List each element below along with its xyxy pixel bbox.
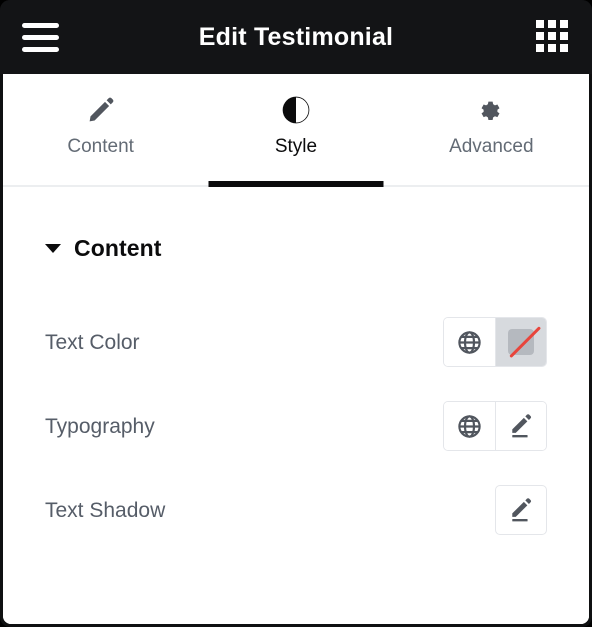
controls-area: Content Text Color Typography Text Shado… — [3, 187, 589, 624]
grid-cell — [536, 44, 544, 52]
swatch-square — [508, 329, 534, 355]
control-label: Text Shadow — [45, 498, 166, 522]
grid-cell — [560, 44, 568, 52]
globe-icon — [456, 329, 483, 356]
globe-icon — [456, 413, 483, 440]
page-title: Edit Testimonial — [198, 22, 394, 51]
tab-style[interactable]: Style — [198, 74, 393, 187]
pencil-icon — [86, 92, 116, 128]
hamburger-bar — [22, 22, 59, 28]
control-label: Typography — [45, 414, 155, 438]
tab-underline — [208, 181, 384, 187]
pencil-edit-icon — [508, 413, 535, 440]
globe-icon-button[interactable] — [444, 402, 495, 450]
control-actions — [495, 485, 547, 535]
globe-icon-button[interactable] — [444, 318, 495, 366]
hamburger-menu-icon[interactable] — [22, 20, 62, 54]
tab-label: Style — [274, 136, 318, 157]
grid-cell — [548, 32, 556, 40]
pencil-edit-icon — [508, 497, 535, 524]
no-color-swatch-button[interactable] — [495, 318, 546, 366]
grid-cell — [560, 32, 568, 40]
widget-editor-panel: Edit Testimonial Content Style Advanced … — [0, 0, 592, 627]
control-actions — [443, 401, 547, 451]
tab-label: Advanced — [449, 136, 534, 157]
grid-cell — [548, 44, 556, 52]
control-row-text-color: Text Color — [29, 314, 563, 370]
panel-body: Content Style Advanced Content Text Colo… — [3, 74, 589, 624]
panel-header: Edit Testimonial — [0, 0, 592, 74]
gear-icon — [476, 92, 506, 128]
grid-cell — [536, 32, 544, 40]
edit-text-shadow-button[interactable] — [495, 485, 547, 535]
tab-underline — [13, 181, 188, 187]
tab-content[interactable]: Content — [3, 74, 198, 185]
section-title: Content — [74, 235, 162, 261]
tab-bar: Content Style Advanced — [3, 74, 589, 187]
tab-label: Content — [67, 136, 134, 157]
edit-typography-button[interactable] — [495, 402, 546, 450]
button-group — [443, 317, 547, 367]
hamburger-bar — [22, 34, 59, 40]
grid-cell — [536, 20, 544, 28]
tab-underline — [404, 181, 579, 187]
grid-cell — [560, 20, 568, 28]
control-row-typography: Typography — [29, 398, 563, 454]
caret-down-icon — [45, 244, 61, 253]
button-group — [443, 401, 547, 451]
contrast-half-circle-icon — [280, 92, 312, 128]
control-row-text-shadow: Text Shadow — [29, 482, 563, 538]
section-header-content[interactable]: Content — [29, 235, 563, 262]
no-color-swatch-icon — [508, 326, 541, 358]
grid-apps-icon[interactable] — [536, 20, 570, 54]
hamburger-bar — [22, 46, 59, 52]
control-actions — [443, 317, 547, 367]
tab-advanced[interactable]: Advanced — [394, 74, 589, 185]
grid-cell — [548, 20, 556, 28]
control-label: Text Color — [45, 330, 140, 354]
